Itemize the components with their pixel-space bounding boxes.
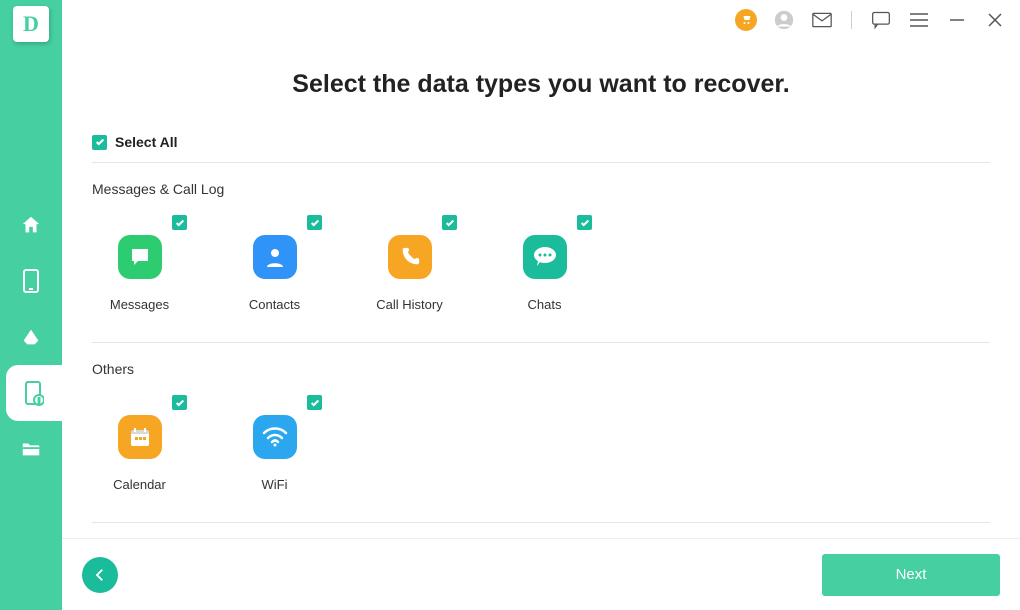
phone-icon: [388, 235, 432, 279]
menu-icon[interactable]: [908, 9, 930, 31]
minimize-icon[interactable]: [946, 9, 968, 31]
calendar-icon: [118, 415, 162, 459]
nav-home[interactable]: [0, 197, 62, 253]
sidebar: D !: [0, 0, 62, 610]
tile-label: Messages: [110, 297, 169, 312]
footer-bar: Next: [62, 538, 1020, 610]
divider-line: [92, 342, 990, 343]
feedback-icon[interactable]: [870, 9, 892, 31]
select-all-checkbox[interactable]: [92, 135, 107, 150]
tile-grid: Calendar WiFi: [92, 395, 990, 492]
select-all-label: Select All: [115, 134, 178, 150]
back-button[interactable]: [82, 557, 118, 593]
mail-icon[interactable]: [811, 9, 833, 31]
tile-label: Chats: [528, 297, 562, 312]
data-type-tile[interactable]: Contacts: [227, 215, 322, 312]
user-icon[interactable]: [773, 9, 795, 31]
nav-device[interactable]: [0, 253, 62, 309]
select-all-row[interactable]: Select All: [92, 134, 990, 150]
person-icon: [253, 235, 297, 279]
wifi-icon: [253, 415, 297, 459]
nav-device-alert[interactable]: !: [6, 365, 62, 421]
tile-label: Call History: [376, 297, 442, 312]
app-root: D !: [0, 0, 1020, 610]
tile-checkbox[interactable]: [442, 215, 457, 230]
tile-label: WiFi: [262, 477, 288, 492]
tile-checkbox[interactable]: [172, 395, 187, 410]
nav-cloud[interactable]: [0, 309, 62, 365]
data-type-tile[interactable]: Call History: [362, 215, 457, 312]
data-type-tile[interactable]: WiFi: [227, 395, 322, 492]
divider-line: [92, 522, 990, 523]
main-area: Select the data types you want to recove…: [62, 0, 1020, 610]
data-type-tile[interactable]: Calendar: [92, 395, 187, 492]
section-title: Messages & Call Log: [92, 181, 990, 197]
divider-line: [92, 162, 990, 163]
app-logo: D: [13, 6, 49, 42]
sections: Messages & Call Log Messages Contacts Call …: [92, 181, 990, 523]
tile-label: Calendar: [113, 477, 166, 492]
tile-checkbox[interactable]: [307, 395, 322, 410]
chat-bubble-icon: [118, 235, 162, 279]
page-title: Select the data types you want to recove…: [92, 70, 990, 99]
cart-icon[interactable]: [735, 9, 757, 31]
data-type-tile[interactable]: Messages: [92, 215, 187, 312]
data-type-tile[interactable]: Chats: [497, 215, 592, 312]
chats-icon: [523, 235, 567, 279]
tile-checkbox[interactable]: [307, 215, 322, 230]
tile-grid: Messages Contacts Call History Chats: [92, 215, 990, 312]
svg-text:!: !: [38, 398, 40, 405]
titlebar: [62, 0, 1020, 40]
divider: [851, 11, 852, 29]
close-icon[interactable]: [984, 9, 1006, 31]
tile-checkbox[interactable]: [577, 215, 592, 230]
section-title: Others: [92, 361, 990, 377]
tile-label: Contacts: [249, 297, 300, 312]
tile-checkbox[interactable]: [172, 215, 187, 230]
content: Select the data types you want to recove…: [62, 40, 1020, 538]
nav-folder[interactable]: [0, 421, 62, 477]
next-button[interactable]: Next: [822, 554, 1000, 596]
